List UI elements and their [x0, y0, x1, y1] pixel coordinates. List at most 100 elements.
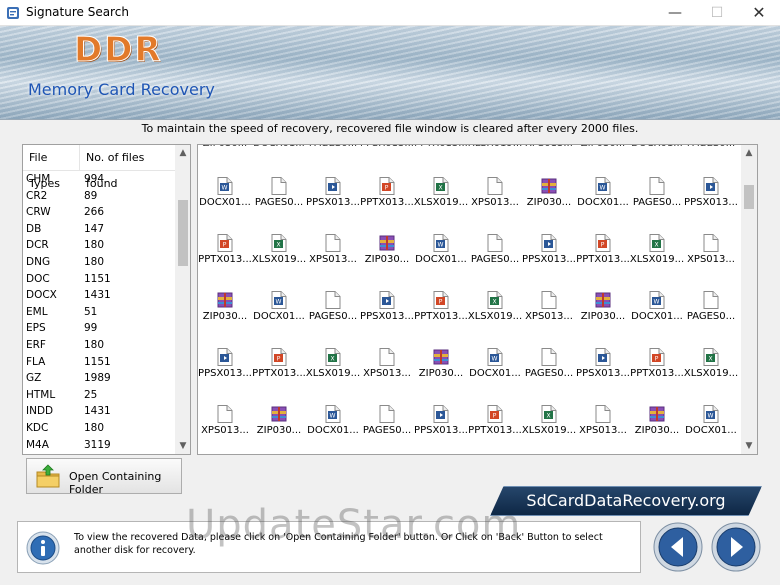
recovered-file-item[interactable]: P PPTX013... — [198, 230, 252, 282]
recovered-file-item[interactable]: W DOCX01... — [468, 344, 522, 396]
scroll-down-icon[interactable]: ▼ — [741, 438, 757, 454]
column-file-types[interactable]: File Types — [23, 145, 80, 190]
recovered-file-item[interactable]: P PPTX013... — [468, 401, 522, 453]
file-type-row[interactable]: INDD 1431 — [23, 403, 175, 420]
recovered-file-item[interactable]: W DOCX01... — [630, 287, 684, 339]
recovered-file-item[interactable]: XPS013... — [306, 230, 360, 282]
file-label: PAGES0... — [362, 425, 412, 436]
xps-file-icon — [487, 177, 503, 195]
recovered-file-item[interactable]: ZIP030... — [576, 287, 630, 339]
file-type-row[interactable]: EPS 99 — [23, 320, 175, 337]
file-label: DOCX01... — [253, 311, 305, 322]
scroll-up-icon[interactable]: ▲ — [175, 145, 190, 161]
recovered-file-item[interactable]: X XLSX019... — [252, 230, 306, 282]
recovered-files-grid[interactable]: ZIP030...DOCX01...PAGES0...PPSX013...PPT… — [197, 144, 758, 455]
column-files-found[interactable]: No. of files found — [80, 145, 175, 190]
recovered-file-item[interactable]: P PPTX013... — [576, 230, 630, 282]
recovered-file-item[interactable]: ZIP030... — [360, 230, 414, 282]
next-button[interactable] — [710, 521, 762, 573]
recovered-file-item[interactable]: W DOCX01... — [576, 173, 630, 225]
file-type-row[interactable]: CRW 266 — [23, 204, 175, 221]
minimize-button[interactable]: — — [654, 0, 696, 26]
open-containing-folder-button[interactable]: Open Containing Folder — [26, 458, 182, 496]
xlsx-file-icon: X — [487, 291, 503, 309]
recovered-file-item[interactable]: X XLSX019... — [630, 230, 684, 282]
file-type-row[interactable]: DCR 180 — [23, 237, 175, 254]
file-type-row[interactable]: KDC 180 — [23, 420, 175, 437]
recovered-file-item[interactable]: P PPTX013... — [414, 287, 468, 339]
recovered-file-item[interactable]: X XLSX019... — [468, 287, 522, 339]
recovered-file-item[interactable]: PPSX013... — [198, 344, 252, 396]
file-type-row[interactable]: CHM 994 — [23, 171, 175, 188]
recovered-file-item[interactable]: PAGES0... — [252, 173, 306, 225]
recovered-file-item[interactable]: X XLSX019... — [414, 173, 468, 225]
recovered-file-item[interactable]: P PPTX013... — [630, 344, 684, 396]
file-type-row[interactable]: EML 51 — [23, 304, 175, 321]
file-type-count: 180 — [84, 421, 105, 434]
recovered-file-item[interactable]: PPSX013... — [414, 401, 468, 453]
scroll-up-icon[interactable]: ▲ — [741, 145, 757, 161]
recovered-file-item[interactable]: PPSX013... — [360, 287, 414, 339]
recovered-file-item[interactable]: XPS013... — [360, 344, 414, 396]
recovered-file-item[interactable]: ZIP030... — [630, 401, 684, 453]
recovered-file-item[interactable]: PPSX013... — [684, 173, 738, 225]
recovered-file-item[interactable]: PAGES0... — [522, 344, 576, 396]
recovered-file-item[interactable]: PPSX013... — [576, 344, 630, 396]
file-type-row[interactable]: FLA 1151 — [23, 354, 175, 371]
recovered-file-item[interactable]: X XLSX019... — [684, 344, 738, 396]
file-type-row[interactable]: M4A 3119 — [23, 437, 175, 454]
recovered-file-item[interactable]: ZIP030... — [252, 401, 306, 453]
file-type-count: 99 — [84, 322, 98, 335]
scroll-thumb[interactable] — [744, 185, 754, 209]
file-grid-row: P PPTX013... X XLSX019... XPS013... ZIP030...… — [198, 230, 741, 287]
close-button[interactable]: ✕ — [738, 0, 780, 26]
maximize-button[interactable]: ☐ — [696, 0, 738, 26]
recovered-file-item[interactable]: W DOCX01... — [306, 401, 360, 453]
recovered-file-item[interactable]: PPSX013... — [306, 173, 360, 225]
docx-file-icon: W — [487, 348, 503, 366]
scroll-down-icon[interactable]: ▼ — [175, 438, 190, 454]
file-type-row[interactable]: HTML 25 — [23, 387, 175, 404]
recovered-file-item[interactable]: W DOCX01... — [198, 173, 252, 225]
file-type-row[interactable]: DNG 180 — [23, 254, 175, 271]
recovered-file-item[interactable]: XPS013... — [576, 401, 630, 453]
file-grid-scrollbar[interactable]: ▲ ▼ — [741, 145, 757, 454]
recovered-file-item[interactable]: ZIP030... — [198, 287, 252, 339]
recovered-file-item[interactable]: ZIP030... — [522, 173, 576, 225]
recovered-file-item[interactable]: PAGES0... — [306, 287, 360, 339]
file-type-row[interactable]: ERF 180 — [23, 337, 175, 354]
file-type-row[interactable]: DOCX 1431 — [23, 287, 175, 304]
recovered-file-item[interactable]: P PPTX013... — [252, 344, 306, 396]
file-type-row[interactable]: CR2 89 — [23, 188, 175, 205]
recovered-file-item[interactable]: PAGES0... — [630, 173, 684, 225]
recovered-file-item[interactable]: XPS013... — [522, 287, 576, 339]
svg-text:P: P — [655, 356, 659, 363]
file-type-row[interactable]: GZ 1989 — [23, 370, 175, 387]
recovered-file-item[interactable]: PAGES0... — [468, 230, 522, 282]
recovered-file-item[interactable]: ZIP030... — [414, 344, 468, 396]
back-button[interactable] — [652, 521, 704, 573]
recovered-file-item[interactable]: PAGES0... — [684, 287, 738, 339]
svg-text:X: X — [276, 242, 280, 249]
recovered-file-item[interactable]: W DOCX01... — [684, 401, 738, 453]
recovered-file-item[interactable]: PPSX013... — [522, 230, 576, 282]
file-label: XLSX019... — [683, 368, 739, 379]
recovered-file-item[interactable]: X XLSX019... — [306, 344, 360, 396]
scroll-thumb[interactable] — [178, 200, 188, 266]
recovered-file-item[interactable]: PAGES0... — [360, 401, 414, 453]
recovered-file-item[interactable]: XPS013... — [198, 401, 252, 453]
file-types-list[interactable]: File Types No. of files found CHM 994 CR2 8… — [22, 144, 191, 455]
recovered-file-item[interactable]: XPS013... — [684, 230, 738, 282]
recovered-file-item[interactable]: X XLSX019... — [522, 401, 576, 453]
file-type-row[interactable]: DB 147 — [23, 221, 175, 238]
svg-text:X: X — [330, 356, 334, 363]
partial-file-label: ZIP030... — [576, 145, 630, 149]
recovered-file-item[interactable]: W DOCX01... — [414, 230, 468, 282]
file-types-scrollbar[interactable]: ▲ ▼ — [175, 145, 190, 454]
file-type-row[interactable]: DOC 1151 — [23, 271, 175, 288]
recovered-file-item[interactable]: XPS013... — [468, 173, 522, 225]
file-label: PPTX013... — [468, 425, 522, 436]
product-name: Memory Card Recovery — [28, 80, 215, 99]
recovered-file-item[interactable]: P PPTX013... — [360, 173, 414, 225]
recovered-file-item[interactable]: W DOCX01... — [252, 287, 306, 339]
